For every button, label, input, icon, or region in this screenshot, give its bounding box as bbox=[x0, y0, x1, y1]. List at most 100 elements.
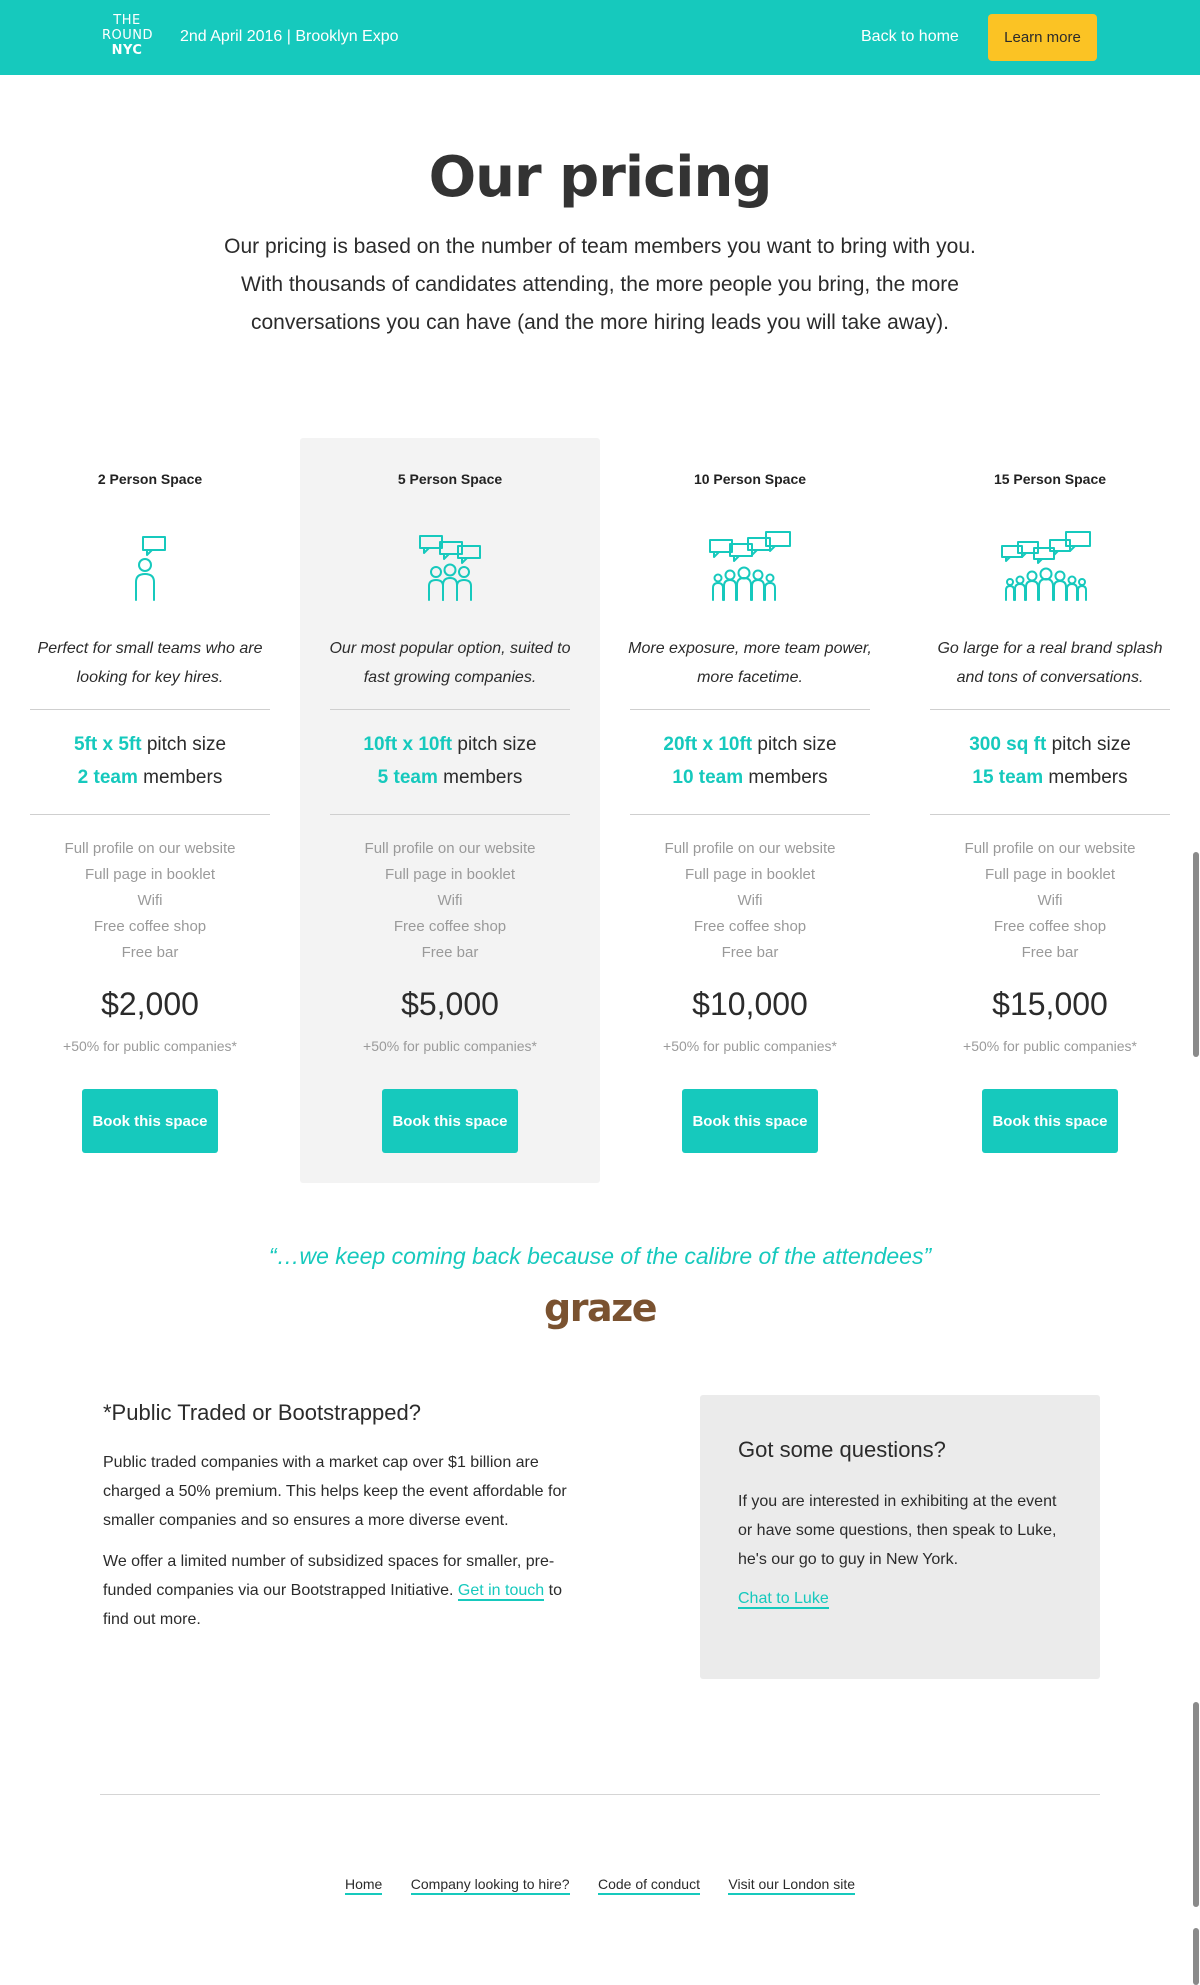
public-traded-section: *Public Traded or Bootstrapped? Public t… bbox=[103, 1400, 583, 1646]
team-members-value: 5 team bbox=[377, 767, 438, 788]
pricing-card-15-person: 15 Person Space Go large for a real bran… bbox=[900, 438, 1200, 1183]
book-space-button[interactable]: Book this space bbox=[82, 1089, 218, 1153]
price-note: +50% for public companies* bbox=[663, 1038, 837, 1054]
fifteen-person-icon bbox=[1001, 531, 1091, 601]
divider bbox=[30, 814, 270, 815]
pitch-size-label: pitch size bbox=[452, 734, 537, 755]
team-members-label: members bbox=[137, 767, 223, 788]
plan-description: Perfect for small teams who are looking … bbox=[37, 640, 263, 686]
price-note: +50% for public companies* bbox=[63, 1038, 237, 1054]
pricing-section: 2 Person Space Perfect for small teams w… bbox=[0, 438, 1200, 1183]
questions-title: Got some questions? bbox=[738, 1437, 946, 1462]
back-to-home-link[interactable]: Back to home bbox=[861, 28, 959, 46]
divider bbox=[330, 814, 570, 815]
footer-link-code-of-conduct[interactable]: Code of conduct bbox=[598, 1876, 700, 1895]
team-members: 15 team members bbox=[900, 767, 1200, 789]
feature-item: Full page in booklet bbox=[384, 866, 516, 883]
pitch-size-value: 20ft x 10ft bbox=[663, 734, 753, 755]
footer-link-london-site[interactable]: Visit our London site bbox=[728, 1876, 856, 1895]
team-members-label: members bbox=[743, 767, 828, 788]
team-members-value: 2 team bbox=[77, 767, 138, 788]
pitch-size-label: pitch size bbox=[141, 734, 227, 755]
testimonial-quote: “…we keep coming back because of the cal… bbox=[268, 1243, 932, 1269]
footer-link-home[interactable]: Home bbox=[344, 1876, 383, 1895]
feature-item: Free coffee shop bbox=[93, 918, 207, 935]
questions-text: If you are interested in exhibiting at t… bbox=[738, 1493, 1057, 1568]
scrollbar-thumb[interactable] bbox=[1193, 1702, 1199, 1907]
book-space-button[interactable]: Book this space bbox=[382, 1089, 518, 1153]
divider bbox=[30, 709, 270, 710]
pricing-card-5-person: 5 Person Space Our most popular option, … bbox=[300, 438, 600, 1183]
team-members-label: members bbox=[1043, 767, 1128, 788]
public-traded-paragraph: Public traded companies with a market ca… bbox=[103, 1454, 567, 1529]
book-space-button[interactable]: Book this space bbox=[982, 1089, 1118, 1153]
price-note: +50% for public companies* bbox=[363, 1038, 537, 1054]
feature-item: Full profile on our website bbox=[64, 840, 236, 857]
plan-description: Go large for a real brand splash and ton… bbox=[937, 640, 1163, 686]
book-space-button[interactable]: Book this space bbox=[682, 1089, 818, 1153]
feature-list: Full profile on our website Full page in… bbox=[600, 836, 900, 966]
plan-name: 15 Person Space bbox=[993, 471, 1107, 487]
scrollbar-thumb[interactable] bbox=[1193, 852, 1199, 1057]
feature-item: Wifi bbox=[437, 892, 463, 909]
five-person-icon bbox=[419, 535, 481, 601]
team-members-value: 10 team bbox=[672, 767, 744, 788]
feature-list: Full profile on our website Full page in… bbox=[300, 836, 600, 966]
intro-text: Our pricing is based on the number of te… bbox=[224, 235, 976, 334]
team-members-value: 15 team bbox=[972, 767, 1044, 788]
pitch-size: 300 sq ft pitch size bbox=[900, 734, 1200, 756]
plan-description: Our most popular option, suited to fast … bbox=[329, 640, 571, 686]
pricing-card-2-person: 2 Person Space Perfect for small teams w… bbox=[0, 438, 300, 1183]
graze-logo: graze bbox=[544, 1286, 657, 1330]
event-date-location: 2nd April 2016 | Brooklyn Expo bbox=[180, 28, 399, 45]
team-members: 2 team members bbox=[0, 767, 300, 789]
logo[interactable]: THE ROUND NYC bbox=[102, 13, 154, 58]
logo-line-1: THE bbox=[113, 13, 141, 28]
pitch-size: 5ft x 5ft pitch size bbox=[0, 734, 300, 756]
feature-item: Wifi bbox=[1037, 892, 1063, 909]
pitch-size-label: pitch size bbox=[752, 734, 837, 755]
feature-item: Full profile on our website bbox=[964, 840, 1136, 857]
team-members: 10 team members bbox=[600, 767, 900, 789]
plan-price: $2,000 bbox=[101, 986, 199, 1022]
feature-item: Free bar bbox=[721, 944, 779, 961]
divider bbox=[930, 709, 1170, 710]
questions-box: Got some questions? If you are intereste… bbox=[700, 1395, 1100, 1679]
scrollbar-thumb[interactable] bbox=[1193, 1928, 1199, 1985]
site-header: THE ROUND NYC 2nd April 2016 | Brooklyn … bbox=[0, 0, 1200, 75]
team-members: 5 team members bbox=[300, 767, 600, 789]
divider bbox=[330, 709, 570, 710]
pitch-size: 10ft x 10ft pitch size bbox=[300, 734, 600, 756]
feature-item: Free coffee shop bbox=[993, 918, 1107, 935]
feature-item: Free coffee shop bbox=[393, 918, 507, 935]
chat-to-luke-link[interactable]: Chat to Luke bbox=[738, 1590, 829, 1609]
ten-person-icon bbox=[709, 531, 791, 601]
feature-item: Wifi bbox=[137, 892, 163, 909]
pitch-size-value: 300 sq ft bbox=[969, 734, 1047, 755]
learn-more-button[interactable]: Learn more bbox=[988, 14, 1097, 61]
footer-nav: Home Company looking to hire? Code of co… bbox=[0, 1876, 1200, 1895]
feature-item: Free bar bbox=[421, 944, 479, 961]
divider bbox=[630, 709, 870, 710]
plan-description: More exposure, more team power, more fac… bbox=[628, 640, 872, 686]
pitch-size-value: 10ft x 10ft bbox=[363, 734, 453, 755]
footer-divider bbox=[100, 1794, 1100, 1795]
plan-name: 10 Person Space bbox=[693, 471, 807, 487]
logo-line-3: NYC bbox=[111, 43, 143, 58]
get-in-touch-link[interactable]: Get in touch bbox=[457, 1582, 545, 1601]
feature-item: Full profile on our website bbox=[364, 840, 536, 857]
pitch-size: 20ft x 10ft pitch size bbox=[600, 734, 900, 756]
logo-line-2: ROUND bbox=[102, 28, 154, 43]
divider bbox=[930, 814, 1170, 815]
pitch-size-value: 5ft x 5ft bbox=[73, 734, 142, 755]
feature-item: Full page in booklet bbox=[984, 866, 1116, 883]
plan-price: $15,000 bbox=[992, 986, 1108, 1022]
divider bbox=[630, 814, 870, 815]
plan-name: 2 Person Space bbox=[97, 471, 203, 487]
plan-price: $10,000 bbox=[692, 986, 808, 1022]
feature-item: Free bar bbox=[1021, 944, 1079, 961]
feature-item: Full profile on our website bbox=[664, 840, 836, 857]
feature-item: Full page in booklet bbox=[684, 866, 816, 883]
footer-link-company-hire[interactable]: Company looking to hire? bbox=[410, 1876, 570, 1895]
team-members-label: members bbox=[437, 767, 523, 788]
